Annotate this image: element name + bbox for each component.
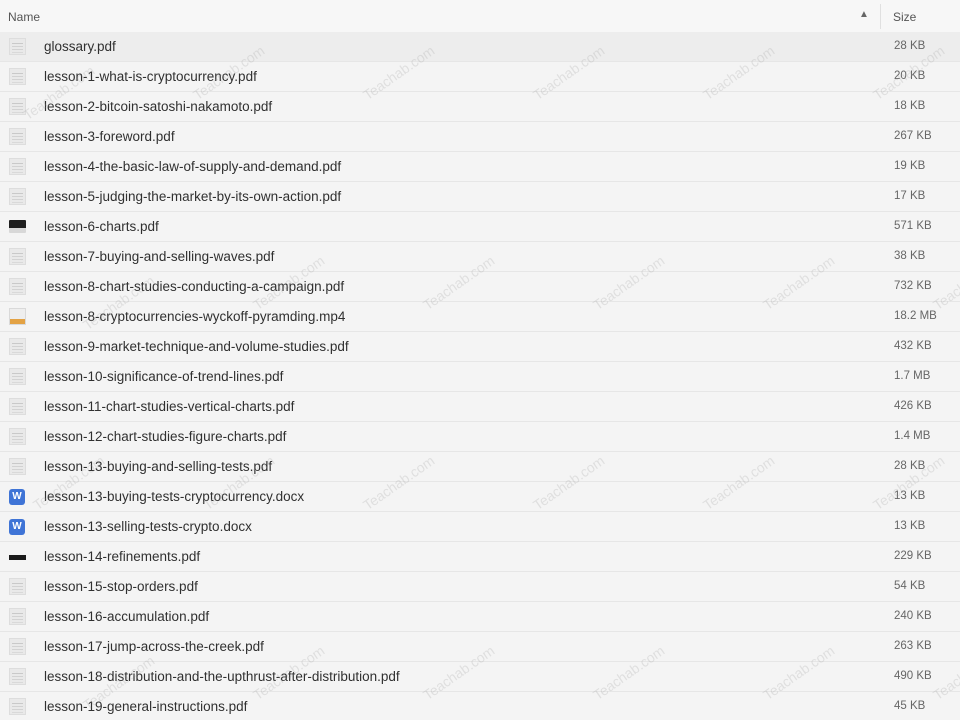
video-thumbnail-icon xyxy=(9,308,26,325)
file-name: lesson-10-significance-of-trend-lines.pd… xyxy=(44,369,284,384)
file-size: 426 KB xyxy=(894,400,932,412)
pdf-thumbnail-icon xyxy=(9,68,26,85)
file-size: 263 KB xyxy=(894,640,932,652)
name-column-header[interactable]: Name xyxy=(8,10,40,24)
pdf-thumbnail-icon xyxy=(9,368,26,385)
file-row[interactable]: lesson-5-judging-the-market-by-its-own-a… xyxy=(0,182,960,212)
file-size: 490 KB xyxy=(894,670,932,682)
file-name: lesson-5-judging-the-market-by-its-own-a… xyxy=(44,189,342,204)
file-size: 1.4 MB xyxy=(894,430,931,442)
file-size: 571 KB xyxy=(894,220,932,232)
file-name: lesson-18-distribution-and-the-upthrust-… xyxy=(44,669,400,684)
file-size: 28 KB xyxy=(894,40,926,52)
column-divider[interactable] xyxy=(880,4,881,29)
pdf-thumbnail-icon xyxy=(9,188,26,205)
file-name: lesson-4-the-basic-law-of-supply-and-dem… xyxy=(44,159,342,174)
file-name: lesson-14-refinements.pdf xyxy=(44,549,201,564)
pdf-thumbnail-icon xyxy=(9,98,26,115)
pdf-thumbnail-icon xyxy=(9,458,26,475)
pdf-thumbnail-icon xyxy=(9,555,26,560)
pdf-thumbnail-icon xyxy=(9,578,26,595)
pdf-thumbnail-icon xyxy=(9,668,26,685)
file-row[interactable]: Wlesson-13-buying-tests-cryptocurrency.d… xyxy=(0,482,960,512)
file-row[interactable]: lesson-13-buying-and-selling-tests.pdf 28… xyxy=(0,452,960,482)
file-row[interactable]: Wlesson-13-selling-tests-crypto.docx 13 K… xyxy=(0,512,960,542)
file-size: 19 KB xyxy=(894,160,926,172)
file-size: 17 KB xyxy=(894,190,926,202)
file-row[interactable]: lesson-18-distribution-and-the-upthrust-… xyxy=(0,662,960,692)
file-size: 13 KB xyxy=(894,520,926,532)
file-name: lesson-8-chart-studies-conducting-a-camp… xyxy=(44,279,345,294)
pdf-thumbnail-icon xyxy=(9,428,26,445)
file-name: lesson-16-accumulation.pdf xyxy=(44,609,210,624)
file-row[interactable]: lesson-16-accumulation.pdf 240 KB xyxy=(0,602,960,632)
file-row[interactable]: lesson-3-foreword.pdf 267 KB xyxy=(0,122,960,152)
file-size: 432 KB xyxy=(894,340,932,352)
file-name: lesson-17-jump-across-the-creek.pdf xyxy=(44,639,264,654)
file-row[interactable]: lesson-17-jump-across-the-creek.pdf 263 K… xyxy=(0,632,960,662)
file-row[interactable]: lesson-1-what-is-cryptocurrency.pdf 20 KB xyxy=(0,62,960,92)
file-list: Name ▲ Size glossary.pdf 28 KB lesson-1-wh… xyxy=(0,0,960,720)
file-row[interactable]: lesson-19-general-instructions.pdf 45 KB xyxy=(0,692,960,720)
size-column-header[interactable]: Size xyxy=(893,10,916,24)
file-name: lesson-12-chart-studies-figure-charts.pd… xyxy=(44,429,287,444)
file-size: 38 KB xyxy=(894,250,926,262)
file-name: lesson-8-cryptocurrencies-wyckoff-pyramd… xyxy=(44,309,346,324)
file-row[interactable]: lesson-6-charts.pdf 571 KB xyxy=(0,212,960,242)
file-size: 28 KB xyxy=(894,460,926,472)
file-row[interactable]: lesson-12-chart-studies-figure-charts.pd… xyxy=(0,422,960,452)
file-size: 18 KB xyxy=(894,100,926,112)
file-size: 13 KB xyxy=(894,490,926,502)
file-row[interactable]: lesson-4-the-basic-law-of-supply-and-dem… xyxy=(0,152,960,182)
file-name: lesson-11-chart-studies-vertical-charts.… xyxy=(44,399,295,414)
file-row[interactable]: glossary.pdf 28 KB xyxy=(0,32,960,62)
file-row[interactable]: lesson-10-significance-of-trend-lines.pd… xyxy=(0,362,960,392)
file-name: lesson-6-charts.pdf xyxy=(44,219,159,234)
file-size: 18.2 MB xyxy=(894,310,937,322)
file-row[interactable]: lesson-15-stop-orders.pdf 54 KB xyxy=(0,572,960,602)
file-name: lesson-9-market-technique-and-volume-stu… xyxy=(44,339,349,354)
file-name: lesson-13-buying-and-selling-tests.pdf xyxy=(44,459,273,474)
pdf-thumbnail-icon xyxy=(9,220,26,233)
pdf-thumbnail-icon xyxy=(9,248,26,265)
file-row[interactable]: lesson-8-chart-studies-conducting-a-camp… xyxy=(0,272,960,302)
column-header: Name ▲ Size xyxy=(0,0,960,34)
file-name: lesson-19-general-instructions.pdf xyxy=(44,699,248,714)
file-size: 229 KB xyxy=(894,550,932,562)
file-row[interactable]: lesson-14-refinements.pdf 229 KB xyxy=(0,542,960,572)
file-size: 732 KB xyxy=(894,280,932,292)
file-row[interactable]: lesson-9-market-technique-and-volume-stu… xyxy=(0,332,960,362)
pdf-thumbnail-icon xyxy=(9,338,26,355)
file-row[interactable]: lesson-2-bitcoin-satoshi-nakamoto.pdf 18 … xyxy=(0,92,960,122)
file-row[interactable]: lesson-7-buying-and-selling-waves.pdf 38 … xyxy=(0,242,960,272)
file-name: lesson-3-foreword.pdf xyxy=(44,129,175,144)
file-name: lesson-13-selling-tests-crypto.docx xyxy=(44,519,252,534)
sort-ascending-icon[interactable]: ▲ xyxy=(859,9,869,20)
pdf-thumbnail-icon xyxy=(9,608,26,625)
file-name: glossary.pdf xyxy=(44,39,116,54)
file-name: lesson-2-bitcoin-satoshi-nakamoto.pdf xyxy=(44,99,273,114)
pdf-thumbnail-icon xyxy=(9,638,26,655)
pdf-thumbnail-icon xyxy=(9,128,26,145)
word-document-icon: W xyxy=(9,489,25,505)
pdf-thumbnail-icon xyxy=(9,698,26,715)
file-size: 20 KB xyxy=(894,70,926,82)
file-name: lesson-1-what-is-cryptocurrency.pdf xyxy=(44,69,257,84)
file-size: 240 KB xyxy=(894,610,932,622)
pdf-thumbnail-icon xyxy=(9,158,26,175)
file-size: 1.7 MB xyxy=(894,370,931,382)
file-rows: glossary.pdf 28 KB lesson-1-what-is-crypto… xyxy=(0,32,960,720)
file-size: 45 KB xyxy=(894,700,926,712)
file-size: 54 KB xyxy=(894,580,926,592)
file-size: 267 KB xyxy=(894,130,932,142)
file-row[interactable]: lesson-8-cryptocurrencies-wyckoff-pyramd… xyxy=(0,302,960,332)
file-row[interactable]: lesson-11-chart-studies-vertical-charts.… xyxy=(0,392,960,422)
pdf-thumbnail-icon xyxy=(9,398,26,415)
pdf-thumbnail-icon xyxy=(9,278,26,295)
file-name: lesson-15-stop-orders.pdf xyxy=(44,579,198,594)
file-name: lesson-7-buying-and-selling-waves.pdf xyxy=(44,249,275,264)
word-document-icon: W xyxy=(9,519,25,535)
file-name: lesson-13-buying-tests-cryptocurrency.do… xyxy=(44,489,305,504)
pdf-thumbnail-icon xyxy=(9,38,26,55)
